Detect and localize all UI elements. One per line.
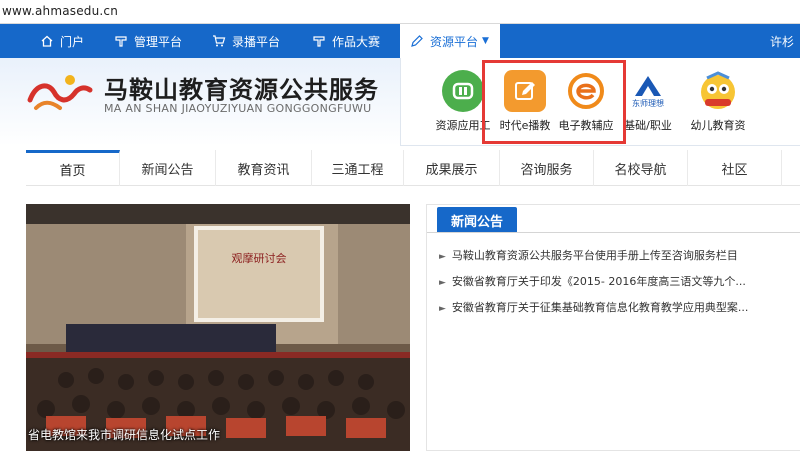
topnav-item-resource[interactable]: 资源平台 ▼ (400, 24, 500, 58)
dongshi-text: 东师理想 (632, 98, 664, 108)
top-nav: 门户 管理平台 录播平台 作品大赛 资源平台 ▼ 许杉 (0, 24, 800, 58)
meeting-photo: 观摩研讨会 (26, 204, 410, 451)
news-item[interactable]: ► 马鞍山教育资源公共服务平台使用手册上传至咨询服务栏目 (439, 247, 795, 263)
chevron-down-icon: ▼ (482, 36, 489, 46)
tab-home[interactable]: 首页 (26, 150, 120, 186)
news-item[interactable]: ► 安徽省教育厅关于印发《2015- 2016年度高三语文等九个... (439, 273, 795, 289)
tab-consulting[interactable]: 咨询服务 (500, 150, 594, 186)
topnav-label: 管理平台 (134, 34, 183, 49)
news-photo[interactable]: 观摩研讨会 省电教馆来我市调研信息化试点工作 (26, 204, 410, 451)
news-item-text: 安徽省教育厅关于印发《2015- 2016年度高三语文等九个... (451, 275, 746, 288)
bullet-icon: ► (439, 252, 446, 262)
news-item-text: 安徽省教育厅关于征集基础教育信息化教育教学应用典型案... (451, 301, 749, 314)
pen-icon (410, 34, 424, 48)
app-label: 电子教辅应 (558, 119, 614, 132)
topnav-item-portal[interactable]: 门户 (40, 24, 84, 58)
topnav-item-contest[interactable]: 作品大赛 (312, 24, 380, 58)
page: www.ahmasedu.cn 门户 管理平台 录播平台 作品大赛 资源平台 ▼… (0, 0, 800, 453)
edit-icon (504, 70, 546, 112)
tab-education-info[interactable]: 教育资讯 (216, 150, 312, 186)
e-icon (565, 70, 607, 112)
resource-dropdown: 资源应用工 时代e播教 电子教辅应 东师理想 基础/职业 幼儿教育资 (400, 58, 800, 146)
news-item[interactable]: ► 安徽省教育厅关于征集基础教育信息化教育教学应用典型案... (439, 299, 795, 315)
screen-title: 观摩研讨会 (232, 251, 287, 265)
cart-icon (212, 34, 226, 48)
user-name[interactable]: 许杉 (770, 24, 794, 58)
topnav-item-management[interactable]: 管理平台 (114, 24, 182, 58)
app-basic-vocational[interactable]: 东师理想 基础/职业 (615, 70, 681, 133)
resource-app-icon (442, 70, 484, 112)
tab-three-links[interactable]: 三通工程 (312, 150, 404, 186)
topnav-label: 录播平台 (232, 34, 281, 49)
main-nav: 首页 新闻公告 教育资讯 三通工程 成果展示 咨询服务 名校导航 社区 (26, 150, 800, 186)
photo-caption[interactable]: 省电教馆来我市调研信息化试点工作 (26, 426, 410, 443)
tab-achievements[interactable]: 成果展示 (404, 150, 500, 186)
url-text: www.ahmasedu.cn (2, 4, 119, 18)
tab-news[interactable]: 新闻公告 (120, 150, 216, 186)
topnav-label: 资源平台 (430, 34, 479, 49)
topnav-label: 门户 (60, 34, 85, 49)
home-icon (40, 34, 54, 48)
topnav-label: 作品大赛 (332, 34, 381, 49)
dryer-icon (312, 34, 326, 48)
divider (427, 232, 800, 233)
dongshi-logo-icon: 东师理想 (627, 70, 669, 112)
app-label: 幼儿教育资 (690, 119, 746, 132)
news-panel: 新闻公告 ► 马鞍山教育资源公共服务平台使用手册上传至咨询服务栏目 ► 安徽省教育厅… (426, 204, 800, 451)
app-ebook[interactable]: 电子教辅应 (549, 70, 623, 133)
topnav-item-recording[interactable]: 录播平台 (212, 24, 280, 58)
dryer-icon (114, 34, 128, 48)
tab-community[interactable]: 社区 (688, 150, 782, 186)
site-title: 马鞍山教育资源公共服务 (104, 76, 379, 104)
app-label: 基础/职业 (624, 119, 672, 132)
bullet-icon: ► (439, 304, 446, 314)
site-logo-icon (26, 70, 94, 114)
news-heading[interactable]: 新闻公告 (437, 207, 518, 233)
news-item-text: 马鞍山教育资源公共服务平台使用手册上传至咨询服务栏目 (451, 249, 738, 262)
bullet-icon: ► (439, 278, 446, 288)
cartoon-icon (697, 70, 739, 112)
tab-school-guide[interactable]: 名校导航 (594, 150, 688, 186)
address-bar[interactable]: www.ahmasedu.cn (0, 0, 800, 24)
app-preschool[interactable]: 幼儿教育资 (681, 70, 755, 133)
site-subtitle: MA AN SHAN JIAOYUZIYUAN GONGGONGFUWU (104, 102, 372, 115)
